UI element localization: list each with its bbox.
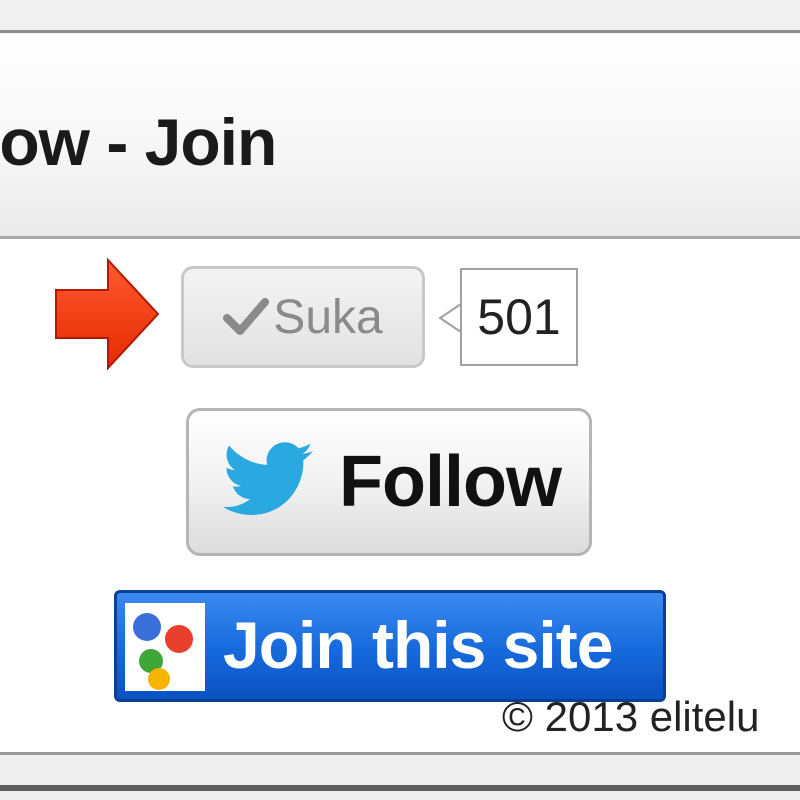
twitter-bird-icon [222,442,313,515]
bottom-divider [0,785,800,791]
top-strip [0,0,800,33]
twitter-follow-button[interactable]: Follow [186,408,592,556]
like-button[interactable]: Suka [181,266,425,368]
like-count-bubble: 501 [460,268,578,366]
title-bar: low - Join [0,34,800,239]
copyright-watermark: © 2013 elitelu [502,693,760,740]
like-button-label: Suka [273,290,383,344]
follow-button-label: Follow [339,442,562,522]
join-this-site-button[interactable]: Join this site [114,590,666,702]
arrow-right-icon [55,258,160,370]
widget-title: low - Join [0,105,277,179]
check-icon [223,298,270,335]
google-friend-connect-icon [125,603,205,691]
bottom-strip [0,755,800,800]
join-button-label: Join this site [223,608,613,682]
